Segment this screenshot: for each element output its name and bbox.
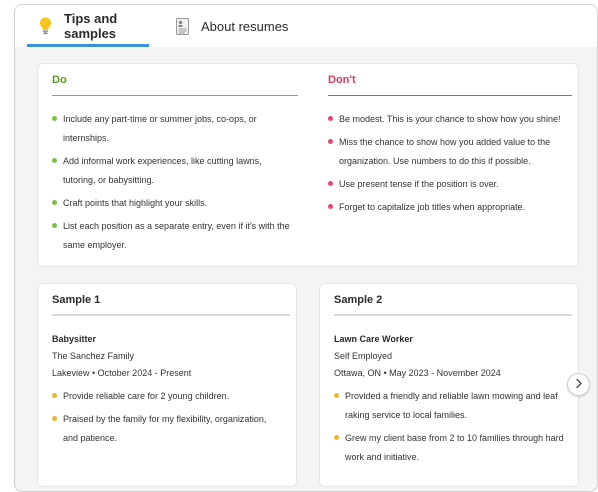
chevron-right-icon [574, 376, 583, 394]
list-item-text: Craft points that highlight your skills. [63, 198, 208, 208]
list-item-text: Provided a friendly and reliable lawn mo… [345, 391, 558, 420]
bullet-dot [334, 393, 339, 398]
list-item-text: Use present tense if the position is ove… [339, 179, 499, 189]
location-dates: Lakeview • October 2024 - Present [52, 368, 192, 378]
bullet-dot [328, 204, 333, 209]
tab-label: About resumes [201, 18, 289, 34]
list-item-text: Add informal work experiences, like cutt… [63, 156, 262, 185]
sample-points: Provided a friendly and reliable lawn mo… [334, 387, 566, 471]
tab-tips-and-samples[interactable]: Tips and samples [27, 5, 149, 47]
list-item: Miss the chance to show how you added va… [328, 133, 574, 171]
sample-title: Sample 2 [334, 294, 383, 306]
list-item-text: Include any part-time or summer jobs, co… [63, 114, 257, 143]
list-item: Add informal work experiences, like cutt… [52, 152, 296, 190]
job-title: Lawn Care Worker [334, 334, 413, 344]
list-item: Provided a friendly and reliable lawn mo… [334, 387, 566, 425]
list-item-text: Miss the chance to show how you added va… [339, 137, 551, 166]
list-item-text: Grew my client base from 2 to 10 familie… [345, 433, 564, 462]
document-icon [176, 17, 189, 35]
do-heading: Do [52, 74, 67, 86]
list-item: Craft points that highlight your skills. [52, 194, 296, 213]
lightbulb-icon [39, 17, 52, 35]
do-list: Include any part-time or summer jobs, co… [52, 110, 296, 259]
dont-heading: Don't [328, 74, 356, 86]
next-sample-button[interactable] [567, 373, 590, 396]
dont-divider [328, 95, 572, 96]
list-item-text: Forget to capitalize job titles when app… [339, 202, 526, 212]
bullet-dot [52, 116, 57, 121]
active-tab-indicator [27, 44, 149, 47]
do-dont-card: Do Include any part-time or summer jobs,… [37, 63, 579, 267]
list-item-text: Be modest. This is your chance to show h… [339, 114, 561, 124]
bullet-dot [52, 158, 57, 163]
sample-1-card: Sample 1 Babysitter The Sanchez Family L… [37, 283, 297, 487]
tab-about-resumes[interactable]: About resumes [176, 5, 316, 47]
tips-panel: Tips and samples About resumes Do Includ… [14, 4, 598, 492]
list-item: Praised by the family for my flexibility… [52, 410, 282, 448]
list-item-text: Provide reliable care for 2 young childr… [63, 391, 230, 401]
job-title: Babysitter [52, 334, 97, 344]
sample-divider [52, 314, 290, 316]
tab-bar: Tips and samples About resumes [15, 5, 597, 47]
tab-label: Tips and samples [64, 11, 118, 41]
dont-list: Be modest. This is your chance to show h… [328, 110, 574, 221]
list-item-text: Praised by the family for my flexibility… [63, 414, 267, 443]
sample-divider [334, 314, 572, 316]
list-item: Be modest. This is your chance to show h… [328, 110, 574, 129]
bullet-dot [334, 435, 339, 440]
employer: The Sanchez Family [52, 351, 135, 361]
list-item: Provide reliable care for 2 young childr… [52, 387, 282, 406]
list-item: Grew my client base from 2 to 10 familie… [334, 429, 566, 467]
sample-2-card: Sample 2 Lawn Care Worker Self Employed … [319, 283, 579, 487]
bullet-dot [52, 416, 57, 421]
sample-title: Sample 1 [52, 294, 101, 306]
bullet-dot [52, 393, 57, 398]
do-divider [52, 95, 298, 96]
list-item: Use present tense if the position is ove… [328, 175, 574, 194]
employer: Self Employed [334, 351, 393, 361]
bullet-dot [328, 139, 333, 144]
bullet-dot [328, 181, 333, 186]
location-dates: Ottawa, ON • May 2023 - November 2024 [334, 368, 501, 378]
list-item: List each position as a separate entry, … [52, 217, 296, 255]
bullet-dot [52, 223, 57, 228]
list-item-text: List each position as a separate entry, … [63, 221, 290, 250]
list-item: Forget to capitalize job titles when app… [328, 198, 574, 217]
bullet-dot [52, 200, 57, 205]
list-item: Include any part-time or summer jobs, co… [52, 110, 296, 148]
sample-points: Provide reliable care for 2 young childr… [52, 387, 282, 452]
bullet-dot [328, 116, 333, 121]
